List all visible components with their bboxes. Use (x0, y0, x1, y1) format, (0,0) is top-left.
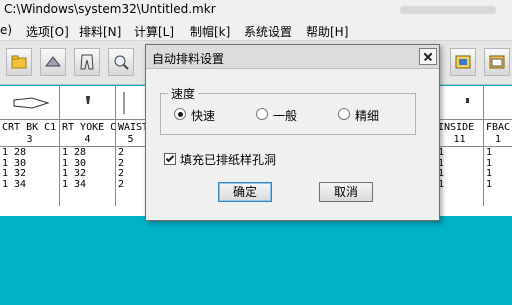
piece-name: INSIDE (438, 122, 475, 133)
title-bar: C:\Windows\system32\Untitled.mkr (0, 0, 512, 20)
piece-size-rows: 2 2 2 2 (118, 147, 125, 190)
piece-number: 5 (116, 134, 145, 147)
menu-item-system-settings[interactable]: 系统设置 (244, 23, 292, 40)
piece-name: FBAC (486, 122, 511, 133)
piece-column[interactable]: RT YOKE C 4 1 28 1 30 1 32 1 34 (60, 86, 116, 206)
open-folder-icon (11, 55, 27, 69)
piece-thumbnail (116, 86, 145, 120)
piece-size-rows: 1 28 1 30 1 32 1 34 (2, 147, 27, 190)
speed-group-label: 速度 (168, 85, 199, 102)
piece-thumbnail (436, 86, 483, 120)
radio-circle (256, 108, 268, 120)
speed-normal-label: 一般 (273, 109, 298, 123)
layout-button[interactable] (40, 48, 66, 76)
menu-item-nesting[interactable]: 排料[N] (79, 23, 121, 40)
piece-column[interactable]: FBAC 1 1 1 1 1 (484, 86, 512, 206)
checkmark-icon (165, 153, 175, 163)
pants-icon (80, 54, 94, 70)
dialog-title: 自动排料设置 (152, 52, 225, 66)
zoom-button[interactable] (108, 48, 134, 76)
menu-item-cap[interactable]: 制帽[k] (190, 23, 230, 40)
menu-item-options[interactable]: 选项[O] (26, 23, 69, 40)
piece-name: CRT BK C1 (2, 122, 57, 133)
piece-column[interactable]: WAIST 5 2 2 2 2 (116, 86, 149, 206)
speed-fine-label: 精细 (355, 109, 380, 123)
radio-circle (338, 108, 350, 120)
piece-number: 11 (436, 134, 483, 147)
speed-fast-label: 快速 (191, 109, 216, 123)
piece-column[interactable]: CRT BK C1 3 1 28 1 30 1 32 1 34 (0, 86, 60, 206)
piece-size-rows: 1 1 1 1 (486, 147, 493, 190)
menu-item-calculate[interactable]: 计算[L] (134, 23, 174, 40)
dialog-title-bar: 自动排料设置 (146, 45, 439, 69)
close-icon[interactable] (419, 48, 437, 65)
fill-holes-checkbox[interactable] (164, 153, 176, 165)
radio-circle (174, 108, 186, 120)
pants-button[interactable] (74, 48, 100, 76)
layout-icon (45, 56, 61, 67)
piece-thumbnail (484, 86, 512, 120)
zoom-icon (114, 55, 129, 70)
cancel-button[interactable]: 取消 (319, 182, 373, 202)
piece-number: 3 (0, 134, 59, 147)
window-title: C:\Windows\system32\Untitled.mkr (4, 2, 216, 16)
window-button[interactable] (484, 48, 510, 76)
piece-column[interactable]: INSIDE 11 1 1 1 1 (436, 86, 484, 206)
window-controls (400, 6, 496, 14)
open-folder-button[interactable] (6, 48, 32, 76)
piece-name: WAIST (118, 122, 149, 133)
piece-number: 1 (484, 134, 512, 147)
piece-name: RT YOKE C (62, 122, 117, 133)
marker-icon (455, 55, 471, 69)
auto-nesting-dialog: 自动排料设置 速度 快速 一般 精细 填充已排纸样孔洞 确定 取消 (145, 44, 440, 221)
piece-thumbnail (0, 86, 59, 120)
window-icon (489, 55, 505, 69)
ok-button[interactable]: 确定 (218, 182, 272, 202)
piece-thumbnail (60, 86, 115, 120)
fill-holes-label: 填充已排纸样孔洞 (180, 153, 277, 167)
menu-bar: e) 选项[O] 排料[N] 计算[L] 制帽[k] 系统设置 帮助[H] (0, 20, 512, 41)
piece-size-rows: 1 28 1 30 1 32 1 34 (62, 147, 87, 190)
marker-button[interactable] (450, 48, 476, 76)
menu-item-edit[interactable]: e) (0, 23, 12, 37)
menu-item-help[interactable]: 帮助[H] (306, 23, 348, 40)
piece-number: 4 (60, 134, 115, 147)
